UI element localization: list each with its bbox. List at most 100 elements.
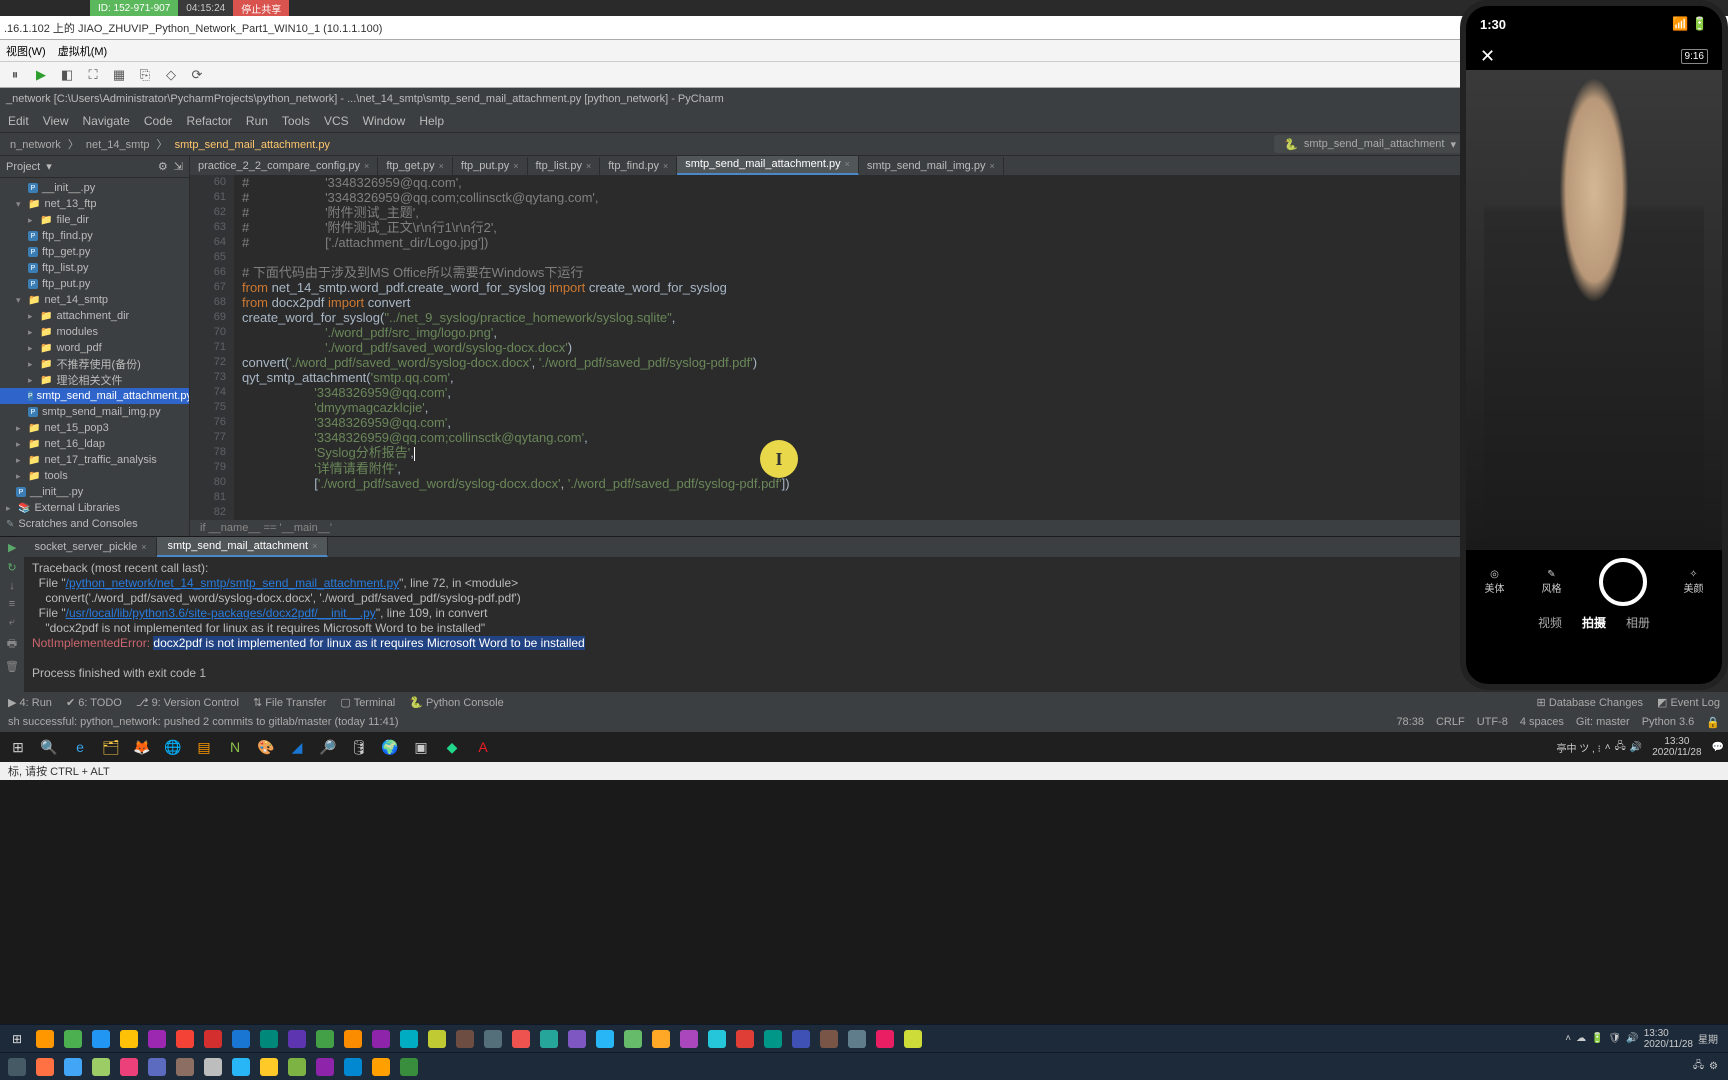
tree-folder-net14[interactable]: ▾📁net_14_smtp: [0, 292, 189, 308]
vm-fullscreen-icon[interactable]: ⛶: [84, 66, 102, 84]
chrome-icon[interactable]: 🌐: [159, 734, 187, 760]
pycharm-icon[interactable]: ◆: [438, 734, 466, 760]
tab-smtpimg[interactable]: smtp_send_mail_img.py×: [859, 157, 1004, 175]
host-app-icon[interactable]: [704, 1027, 730, 1051]
guest-tray[interactable]: 亭中 ツ , ⁝ ˄ 🖧 🔊 13:30 2020/11/28 💬: [1556, 736, 1724, 758]
firefox-icon[interactable]: 🦊: [128, 734, 156, 760]
host-taskbar[interactable]: ⊞ ˄ ☁ 🔋 🛡: [0, 1024, 1728, 1080]
run-tab-socket[interactable]: socket_server_pickle ×: [24, 538, 157, 556]
tree-folder-theory[interactable]: ▸📁理论相关文件: [0, 372, 189, 388]
terminal-icon[interactable]: ▣: [407, 734, 435, 760]
ime-icon[interactable]: 亭中 ツ , ⁝: [1556, 740, 1600, 755]
menu-help[interactable]: Help: [419, 114, 444, 128]
mode-photo[interactable]: 拍摄: [1582, 614, 1606, 631]
tree-folder-net17[interactable]: ▸📁net_17_traffic_analysis: [0, 452, 189, 468]
acrobat-icon[interactable]: A: [469, 734, 497, 760]
host-app-icon[interactable]: [32, 1055, 58, 1079]
tree-file-init2[interactable]: P__init__.py: [0, 484, 189, 500]
guest-clock[interactable]: 13:30 2020/11/28: [1646, 736, 1707, 758]
vm-menu-machine[interactable]: 虚拟机(M): [58, 43, 108, 59]
tree-folder-attach[interactable]: ▸📁attachment_dir: [0, 308, 189, 324]
host-app-icon[interactable]: [228, 1055, 254, 1079]
tab-ftpfind[interactable]: ftp_find.py×: [600, 157, 677, 175]
tree-file-ftpput[interactable]: Pftp_put.py: [0, 276, 189, 292]
tree-file-ftplist[interactable]: Pftp_list.py: [0, 260, 189, 276]
vm-pause-icon[interactable]: ⏸: [6, 66, 24, 84]
status-python[interactable]: Python 3.6: [1642, 716, 1695, 729]
shutter-button[interactable]: [1599, 558, 1647, 606]
tree-folder-wordpdf[interactable]: ▸📁word_pdf: [0, 340, 189, 356]
tab-ftpget[interactable]: ftp_get.py×: [378, 157, 453, 175]
chevron-down-icon[interactable]: ▾: [46, 160, 52, 173]
tree-folder-tools[interactable]: ▸📁tools: [0, 468, 189, 484]
host-tray[interactable]: ˄ ☁ 🔋 🛡 🔊 13:302020/11/28 星期: [1565, 1028, 1724, 1050]
camera-tool-meiyan[interactable]: ✧美颜: [1684, 569, 1704, 595]
project-settings-icon[interactable]: ⚙: [158, 160, 168, 173]
tray-icon[interactable]: 🔊: [1626, 1033, 1638, 1044]
host-app-icon[interactable]: [284, 1055, 310, 1079]
host-app-icon[interactable]: [396, 1055, 422, 1079]
host-app-icon[interactable]: [284, 1027, 310, 1051]
host-app-icon[interactable]: [368, 1055, 394, 1079]
menu-navigate[interactable]: Navigate: [82, 114, 129, 128]
host-app-icon[interactable]: [312, 1055, 338, 1079]
tree-folder-net16[interactable]: ▸📁net_16_ldap: [0, 436, 189, 452]
host-app-icon[interactable]: [32, 1027, 58, 1051]
breadcrumb-root[interactable]: n_network: [6, 139, 65, 151]
host-app-icon[interactable]: [592, 1027, 618, 1051]
host-app-icon[interactable]: [88, 1055, 114, 1079]
host-app-icon[interactable]: [732, 1027, 758, 1051]
notepadpp-icon[interactable]: N: [221, 734, 249, 760]
tree-file-ftpfind[interactable]: Pftp_find.py: [0, 228, 189, 244]
host-app-icon[interactable]: [648, 1027, 674, 1051]
tray-chevron-icon[interactable]: ˄: [1605, 742, 1611, 753]
host-app-icon[interactable]: [564, 1027, 590, 1051]
camera-close-button[interactable]: ✕: [1480, 46, 1495, 67]
stop-icon[interactable]: ↓: [9, 580, 15, 592]
tray-volume-icon[interactable]: 🔊: [1630, 742, 1642, 753]
globe-icon[interactable]: 🌍: [376, 734, 404, 760]
tree-scratches[interactable]: ✎Scratches and Consoles: [0, 516, 189, 532]
tab-smtpatt[interactable]: smtp_send_mail_attachment.py×: [677, 156, 859, 175]
rerun-icon[interactable]: ↻: [7, 561, 16, 574]
host-app-icon[interactable]: [116, 1027, 142, 1051]
tray-chevron-icon[interactable]: ˄: [1565, 1033, 1571, 1044]
mode-album[interactable]: 相册: [1626, 614, 1650, 631]
vm-tool3-icon[interactable]: ⟳: [188, 66, 206, 84]
tree-folder-filedir[interactable]: ▸📁file_dir: [0, 212, 189, 228]
run-play-icon[interactable]: ▶: [0, 541, 24, 554]
menu-run[interactable]: Run: [246, 114, 268, 128]
layout-icon[interactable]: ≡: [9, 598, 15, 610]
breadcrumb-file[interactable]: smtp_send_mail_attachment.py: [171, 139, 334, 151]
host-app-icon[interactable]: [256, 1027, 282, 1051]
camera-modes[interactable]: 视频 拍摄 相册: [1466, 614, 1722, 639]
tree-folder-net15[interactable]: ▸📁net_15_pop3: [0, 420, 189, 436]
explorer-icon[interactable]: 🗂: [97, 734, 125, 760]
host-app-icon[interactable]: [452, 1027, 478, 1051]
vm-tool2-icon[interactable]: ◇: [162, 66, 180, 84]
mode-video[interactable]: 视频: [1538, 614, 1562, 631]
status-git[interactable]: Git: master: [1576, 716, 1630, 729]
wrap-icon[interactable]: ⤶: [9, 616, 15, 629]
status-crlf[interactable]: CRLF: [1436, 716, 1465, 729]
remote-stop-share[interactable]: 停止共享: [233, 0, 289, 16]
host-app-icon[interactable]: [200, 1055, 226, 1079]
camera-tool-fengge[interactable]: ✎风格: [1542, 569, 1562, 595]
host-app-icon[interactable]: [872, 1027, 898, 1051]
host-app-icon[interactable]: [844, 1027, 870, 1051]
host-app-icon[interactable]: [396, 1027, 422, 1051]
project-label[interactable]: Project: [6, 161, 40, 173]
menu-refactor[interactable]: Refactor: [187, 114, 232, 128]
tree-file-init[interactable]: P__init__.py: [0, 180, 189, 196]
host-app-icon[interactable]: [200, 1027, 226, 1051]
run-tab-smtp[interactable]: smtp_send_mail_attachment ×: [157, 537, 328, 557]
vm-menu-view[interactable]: 视图(W): [6, 43, 46, 59]
tray-icon[interactable]: 🔋: [1591, 1033, 1603, 1044]
host-app-icon[interactable]: [228, 1027, 254, 1051]
run-config-selector[interactable]: 🐍 smtp_send_mail_attachment ▾: [1274, 135, 1466, 153]
project-tree[interactable]: P__init__.py ▾📁net_13_ftp ▸📁file_dir Pft…: [0, 178, 189, 534]
search-icon[interactable]: 🔍: [35, 734, 63, 760]
host-app-icon[interactable]: [340, 1027, 366, 1051]
host-app-icon[interactable]: [144, 1055, 170, 1079]
tree-file-smtpatt[interactable]: Psmtp_send_mail_attachment.py: [0, 388, 189, 404]
